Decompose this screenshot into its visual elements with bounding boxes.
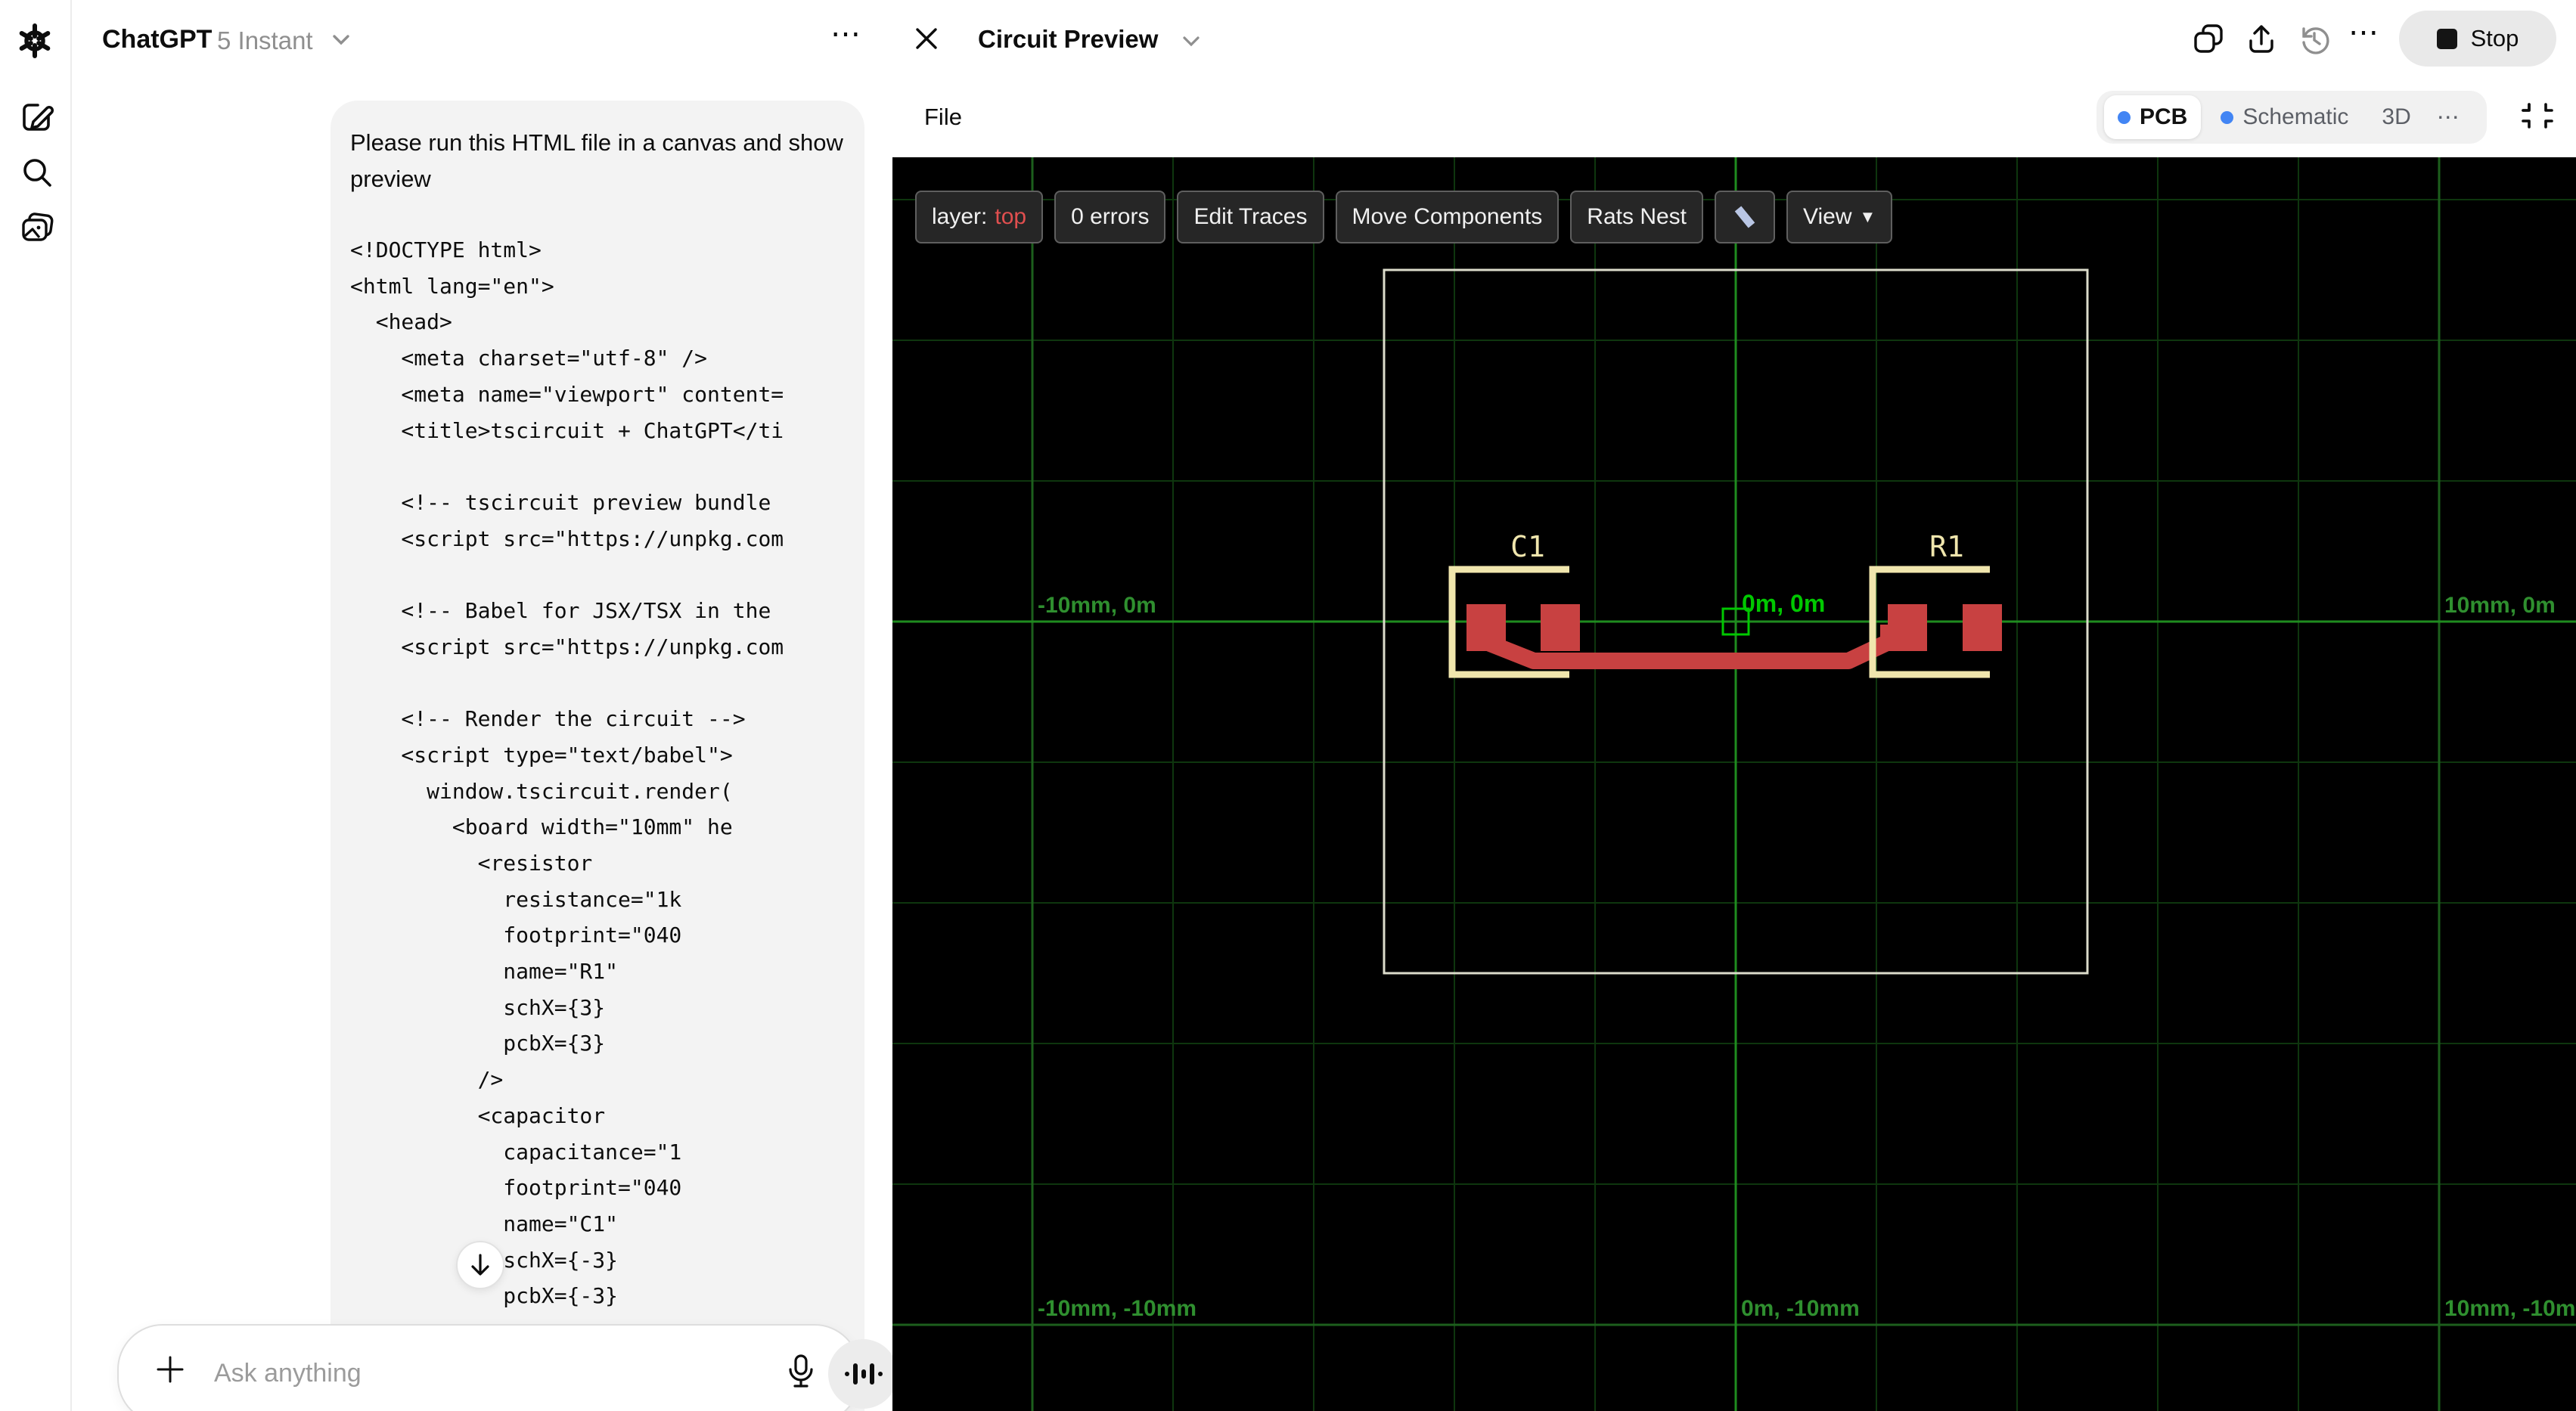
openai-logo-icon [15,21,54,64]
view-mode-tabs: PCB Schematic 3D ⋯ [2096,91,2487,144]
errors-button[interactable]: 0 errors [1054,191,1166,243]
new-chat-icon[interactable] [18,98,56,140]
tab-schematic-label: Schematic [2242,104,2349,129]
share-icon[interactable] [2243,21,2280,61]
user-message-bubble: Please run this HTML file in a canvas an… [331,101,864,1411]
chevron-down-icon[interactable] [330,32,352,52]
stop-square-icon [2436,28,2457,49]
pencil-icon [1734,206,1755,228]
layer-value: top [995,204,1027,229]
library-icon[interactable] [18,209,56,250]
layer-label: layer: [932,204,988,229]
close-panel-icon[interactable] [911,23,942,58]
chat-options-button[interactable]: ⋯ [830,17,864,51]
component-label: R1 [1929,530,1964,563]
component-label: C1 [1510,530,1545,563]
tab-3d-label: 3D [2382,104,2411,129]
chat-app-title: ChatGPT [102,25,213,54]
message-code-block: <!DOCTYPE html> <html lang="en"> <head> … [350,237,784,1344]
draw-trace-button[interactable] [1715,191,1776,243]
chevron-down-icon[interactable] [1180,33,1203,54]
panel-options-button[interactable]: ⋯ [2348,15,2382,50]
pad-C1[interactable] [1541,604,1580,651]
view-label: View [1803,204,1852,229]
arrow-down-icon [471,1254,489,1276]
view-menu-button[interactable]: View ▼ [1786,191,1893,243]
origin-coordinate-label: 0m, 0m [1742,590,1825,617]
copy-icon[interactable] [2190,21,2227,61]
tab-pcb[interactable]: PCB [2104,95,2202,139]
history-icon[interactable] [2296,21,2332,61]
dictate-mic-icon[interactable] [784,1353,818,1393]
pcb-status-dot [2118,110,2131,124]
edit-traces-label: Edit Traces [1193,204,1308,229]
caret-down-icon: ▼ [1859,207,1876,226]
stop-label: Stop [2470,25,2519,51]
pad-C1[interactable] [1466,604,1506,651]
schematic-status-dot [2221,110,2234,124]
waveform-icon [845,1363,883,1385]
message-text: Please run this HTML file in a canvas an… [350,129,850,192]
rats-nest-label: Rats Nest [1587,204,1687,229]
grid-coordinate-label: 10mm, 0m [2444,593,2556,618]
grid-coordinate-label: 10mm, -10mm [2444,1296,2576,1321]
grid-coordinate-label: -10mm, 0m [1038,593,1156,618]
move-components-button[interactable]: Move Components [1335,191,1560,243]
errors-label: 0 errors [1071,204,1150,229]
pad-R1[interactable] [1888,604,1927,651]
rats-nest-button[interactable]: Rats Nest [1570,191,1704,243]
tab-pcb-label: PCB [2140,104,2188,129]
stop-button[interactable]: Stop [2399,11,2556,67]
voice-mode-button[interactable] [828,1339,898,1409]
tab-3d[interactable]: 3D [2368,97,2424,138]
grid-coordinate-label: 0m, -10mm [1741,1296,1860,1321]
composer-input[interactable]: Ask anything [214,1359,362,1388]
collapse-fullscreen-icon[interactable] [2519,97,2556,138]
tabs-more-button[interactable]: ⋯ [2431,104,2467,131]
scroll-to-bottom-button[interactable] [456,1241,504,1289]
pcb-canvas[interactable]: C1 R1 0m, 0m -10mm, 0m 10mm, 0m -10mm, -10mm 0… [892,157,2576,1411]
move-components-label: Move Components [1352,204,1543,229]
chat-composer[interactable]: Ask anything [117,1324,898,1411]
search-icon[interactable] [18,154,56,195]
grid-coordinate-label: -10mm, -10mm [1038,1296,1196,1321]
attach-plus-icon[interactable] [154,1353,187,1390]
layer-button[interactable]: layer: top [915,191,1044,243]
panel-title[interactable]: Circuit Preview [978,25,1158,54]
model-selector[interactable]: 5 Instant [217,26,313,55]
edit-traces-button[interactable]: Edit Traces [1177,191,1324,243]
left-rail [0,0,72,1411]
file-menu[interactable]: File [924,104,962,131]
tab-schematic[interactable]: Schematic [2207,97,2362,138]
pcb-toolbar: layer: top 0 errors Edit Traces Move Com… [915,191,1893,243]
pad-R1[interactable] [1963,604,2002,651]
